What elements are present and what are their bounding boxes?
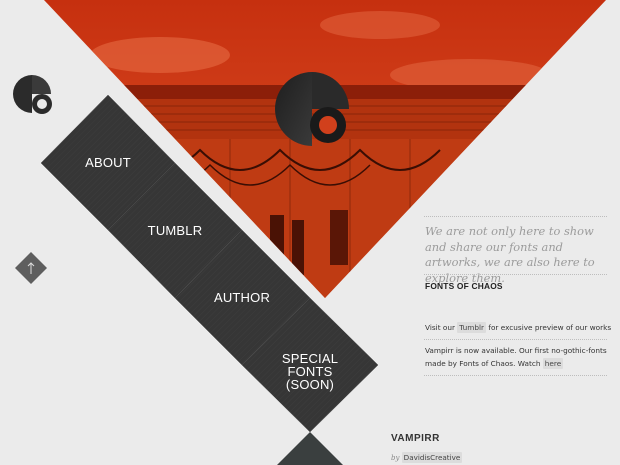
author-link[interactable]: DavidisCreative [401, 452, 463, 463]
nav-label-special-fonts-line1: SPECIAL FONTS [281, 351, 339, 379]
divider [424, 339, 607, 340]
nav-label-tumblr[interactable]: TUMBLR [145, 224, 205, 237]
divider [424, 274, 607, 275]
nav-label-about[interactable]: ABOUT [78, 156, 138, 169]
section-title: FONTS OF CHAOS [425, 281, 503, 291]
nav-label-special-fonts[interactable]: SPECIAL FONTS (SOON) [260, 352, 360, 391]
divider [424, 216, 607, 217]
tumblr-note: Visit our Tumblr for excusive preview of… [425, 322, 615, 335]
nav-label-special-fonts-line2: (SOON) [285, 377, 335, 392]
byline-prefix: by [391, 454, 400, 462]
divider [424, 375, 607, 376]
tumblr-note-pre: Visit our [425, 323, 455, 332]
post-diamond [277, 432, 343, 465]
vampirr-note-text: Vampirr is now available. Our first no-g… [425, 346, 607, 368]
intro-text: We are not only here to show and share o… [425, 224, 595, 285]
vampirr-here-link[interactable]: here [542, 357, 564, 369]
vampirr-note: Vampirr is now available. Our first no-g… [425, 345, 610, 370]
post-title[interactable]: VAMPIRR [391, 433, 440, 444]
tumblr-note-post: for excusive preview of our works [488, 323, 612, 332]
tumblr-link[interactable]: Tumblr [457, 322, 487, 333]
post-byline: by DavidisCreative [391, 452, 463, 463]
nav-label-author[interactable]: AUTHOR [212, 291, 272, 304]
scroll-up-button[interactable] [15, 252, 47, 284]
